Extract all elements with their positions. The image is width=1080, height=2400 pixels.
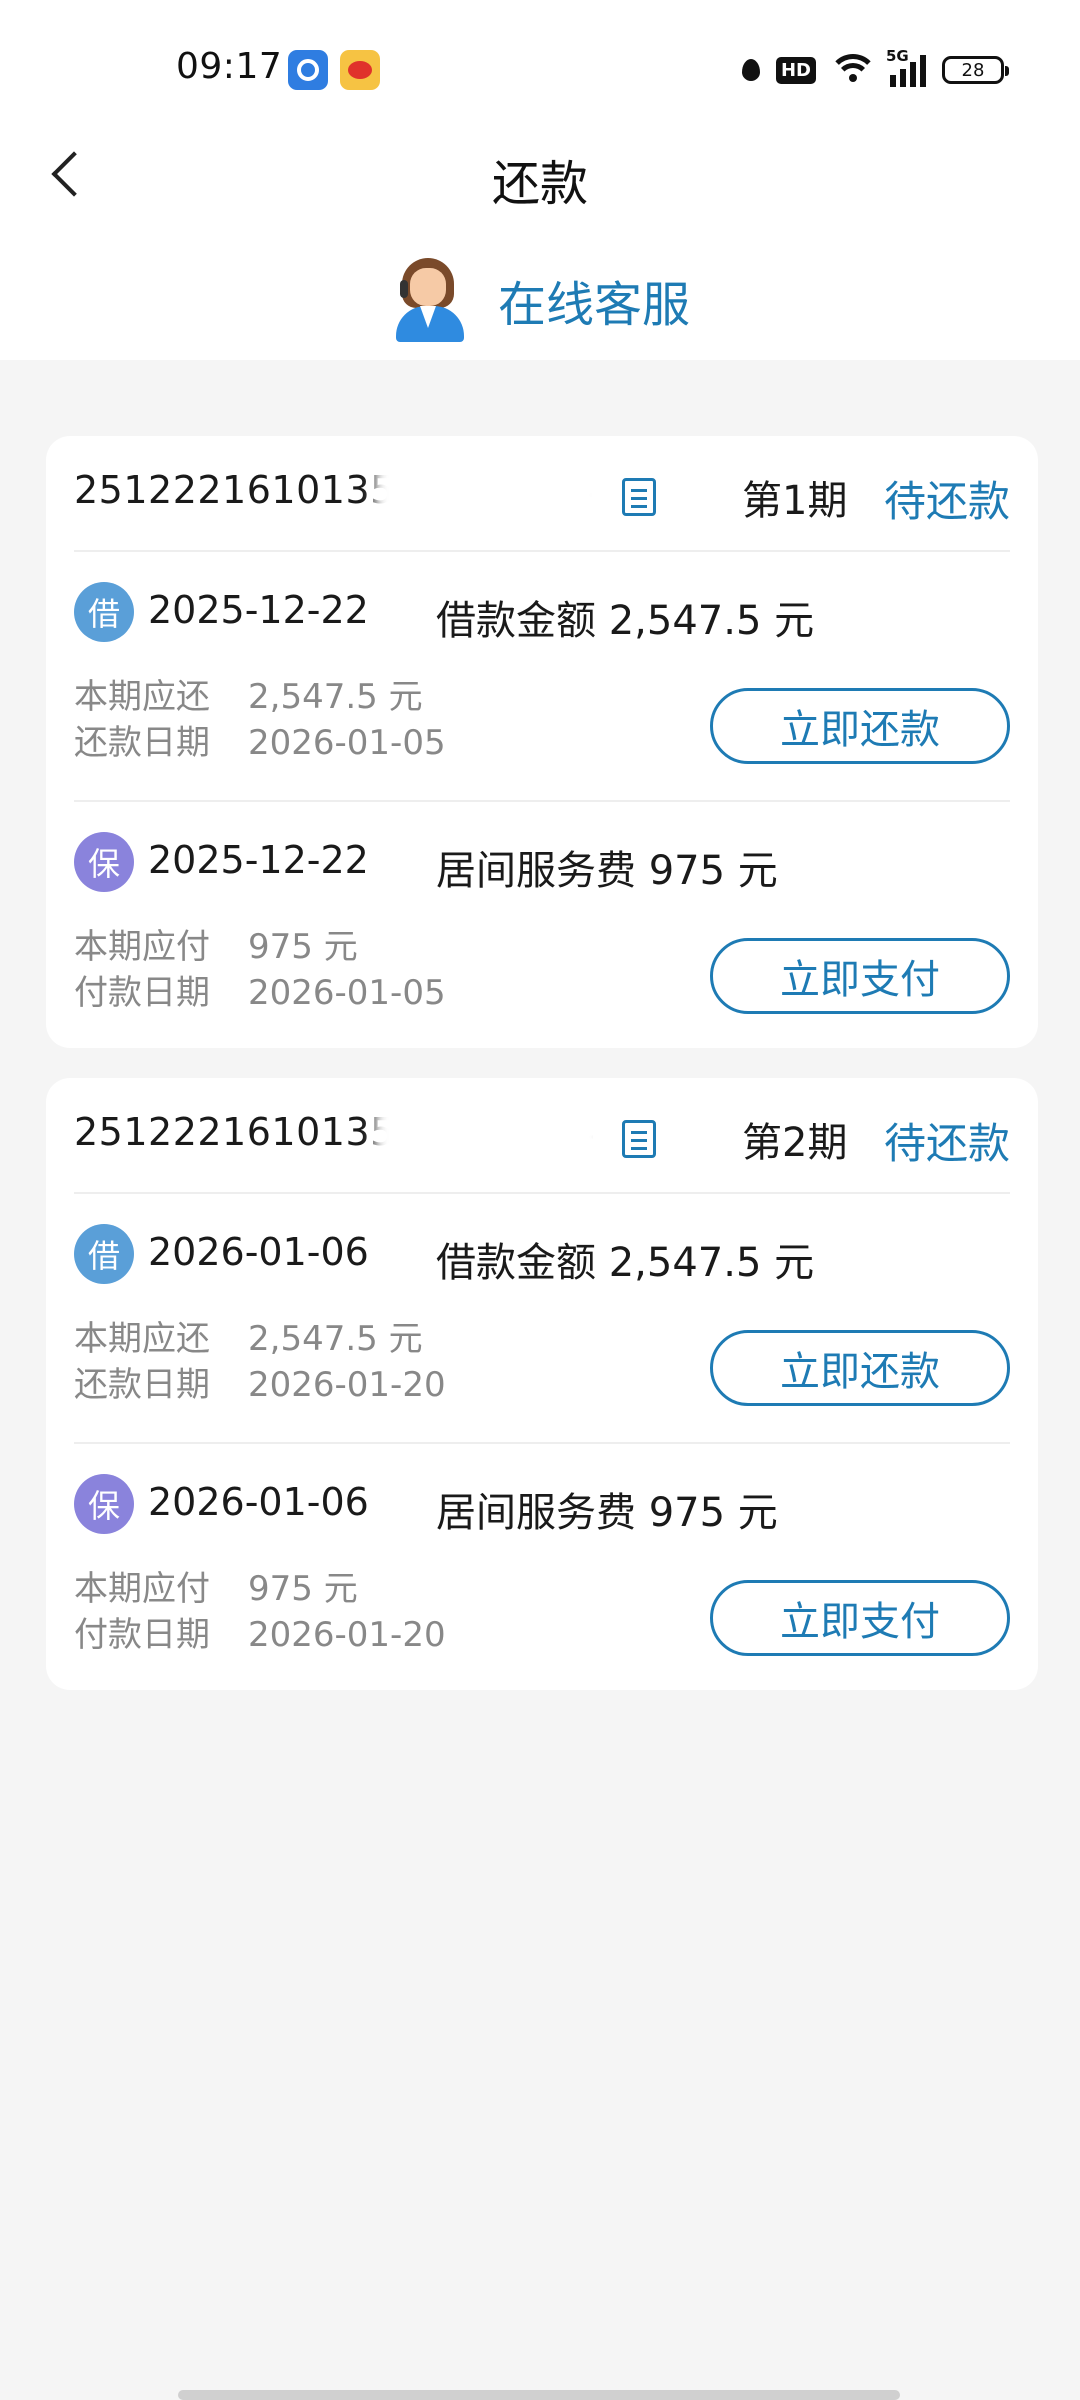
drop-icon <box>741 59 760 81</box>
weibo-icon <box>340 50 380 90</box>
fee-date: 2025-12-22 <box>148 838 369 882</box>
installment-card: 251222161013594 第1期 待还款 借 2025-12-22 借款金… <box>46 436 1038 1048</box>
due-value: 2,547.5 元 <box>248 1319 423 1359</box>
battery-icon: 28 <box>942 56 1009 84</box>
redaction-mask <box>374 454 604 524</box>
due-label: 本期应付 <box>74 927 210 967</box>
network-type: 5G <box>886 47 909 65</box>
guarantee-badge: 保 <box>74 832 134 892</box>
date-label: 付款日期 <box>74 1615 210 1655</box>
pay-now-button[interactable]: 立即支付 <box>710 938 1010 1014</box>
loan-date: 2026-01-06 <box>148 1230 369 1274</box>
card-header: 251222161013594 第1期 待还款 <box>74 454 1010 526</box>
status-badge: 待还款 <box>883 1119 1010 1168</box>
loan-detail: 本期应还 2,547.5 元 还款日期 2026-01-20 <box>74 1316 674 1408</box>
fee-row-header: 保 2025-12-22 居间服务费 975 元 <box>74 832 1010 894</box>
repay-now-button[interactable]: 立即还款 <box>710 688 1010 764</box>
online-service-link[interactable]: 在线客服 <box>392 258 690 342</box>
fee-date: 2026-01-06 <box>148 1480 369 1524</box>
loan-amount: 借款金额 2,547.5 元 <box>436 598 815 644</box>
home-indicator[interactable] <box>178 2390 900 2400</box>
borrow-badge: 借 <box>74 1224 134 1284</box>
date-label: 还款日期 <box>74 1365 210 1405</box>
app-notification-icon <box>288 50 328 90</box>
customer-service-agent-icon <box>392 258 468 342</box>
page-title: 还款 <box>491 156 588 212</box>
divider <box>74 800 1010 802</box>
copy-icon[interactable] <box>622 478 656 516</box>
loan-amount: 借款金额 2,547.5 元 <box>436 1240 815 1286</box>
redaction-mask <box>374 1096 604 1166</box>
status-badge: 待还款 <box>883 477 1010 526</box>
installment-card: 25122216101354 第2期 待还款 借 2026-01-06 借款金额… <box>46 1078 1038 1690</box>
due-label: 本期应还 <box>74 1319 210 1359</box>
repay-now-button[interactable]: 立即还款 <box>710 1330 1010 1406</box>
guarantee-badge: 保 <box>74 1474 134 1534</box>
pay-now-button[interactable]: 立即支付 <box>710 1580 1010 1656</box>
fee-detail: 本期应付 975 元 付款日期 2026-01-20 <box>74 1566 674 1658</box>
copy-icon[interactable] <box>622 1120 656 1158</box>
card-header: 25122216101354 第2期 待还款 <box>74 1096 1010 1168</box>
battery-level: 28 <box>961 59 985 81</box>
due-label: 本期应付 <box>74 1569 210 1609</box>
loan-date: 2025-12-22 <box>148 588 369 632</box>
date-value: 2026-01-05 <box>248 723 446 763</box>
fee-amount: 居间服务费 975 元 <box>436 848 778 894</box>
date-value: 2026-01-20 <box>248 1615 446 1655</box>
period-label: 第1期 <box>742 478 848 524</box>
fee-detail: 本期应付 975 元 付款日期 2026-01-05 <box>74 924 674 1016</box>
fee-amount: 居间服务费 975 元 <box>436 1490 778 1536</box>
5g-signal-icon: 5G <box>886 47 926 87</box>
status-time: 09:17 <box>176 46 283 87</box>
nav-bar: 还款 <box>0 130 1080 220</box>
status-bar: 09:17 HD 5G 28 <box>0 30 1080 110</box>
date-label: 还款日期 <box>74 723 210 763</box>
due-value: 2,547.5 元 <box>248 677 423 717</box>
due-value: 975 元 <box>248 927 358 967</box>
loan-detail: 本期应还 2,547.5 元 还款日期 2026-01-05 <box>74 674 674 766</box>
divider <box>74 1442 1010 1444</box>
hd-icon: HD <box>775 56 816 84</box>
online-service-label: 在线客服 <box>498 277 691 333</box>
loan-row-header: 借 2025-12-22 借款金额 2,547.5 元 <box>74 582 1010 644</box>
wifi-icon <box>832 54 874 86</box>
borrow-badge: 借 <box>74 582 134 642</box>
date-value: 2026-01-20 <box>248 1365 446 1405</box>
period-label: 第2期 <box>742 1120 848 1166</box>
due-value: 975 元 <box>248 1569 358 1609</box>
loan-row-header: 借 2026-01-06 借款金额 2,547.5 元 <box>74 1224 1010 1286</box>
divider <box>74 550 1010 552</box>
due-label: 本期应还 <box>74 677 210 717</box>
status-icons: HD 5G 28 <box>741 46 1009 94</box>
fee-row-header: 保 2026-01-06 居间服务费 975 元 <box>74 1474 1010 1536</box>
divider <box>74 1192 1010 1194</box>
date-label: 付款日期 <box>74 973 210 1013</box>
date-value: 2026-01-05 <box>248 973 446 1013</box>
